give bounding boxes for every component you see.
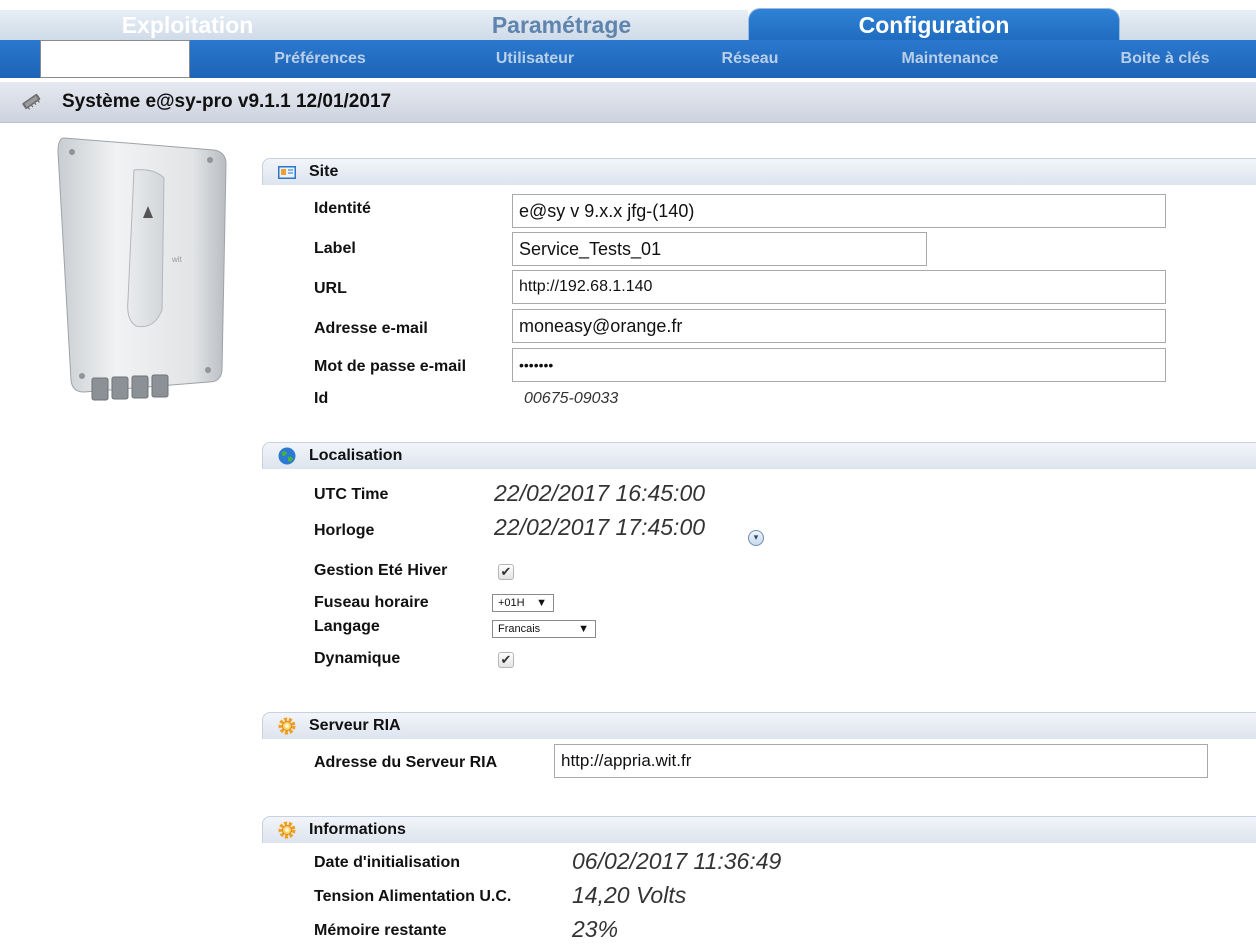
gear-icon <box>278 821 296 839</box>
section-title-site: Site <box>309 163 339 180</box>
horloge-label: Horloge <box>314 522 375 539</box>
device-logo: wit <box>171 255 183 264</box>
fuseau-horaire-value: +01H <box>498 597 525 609</box>
tab-exploitation[interactable]: Exploitation <box>0 10 375 40</box>
section-header-serveur-ria: Serveur RIA <box>262 712 1256 739</box>
subnav-boite-a-cles[interactable]: Boite à clés <box>1090 40 1240 78</box>
memoire-restante-value: 23% <box>572 916 619 942</box>
url-input[interactable] <box>512 270 1166 304</box>
label-label: Label <box>314 240 356 257</box>
id-label: Id <box>314 390 329 407</box>
section-site: Site Identité Label URL Adresse e-mail M… <box>262 158 1256 418</box>
adresse-serveur-ria-label: Adresse du Serveur RIA <box>314 754 498 771</box>
tab-parametrage[interactable]: Paramétrage <box>375 10 748 40</box>
section-localisation: Localisation UTC Time 22/02/2017 16:45:0… <box>262 442 1256 682</box>
horloge-value: 22/02/2017 17:45:00 <box>494 514 706 540</box>
gestion-ete-hiver-label: Gestion Eté Hiver <box>314 562 448 579</box>
identite-label: Identité <box>314 200 371 217</box>
tension-alimentation-value: 14,20 Volts <box>572 882 687 908</box>
tension-alimentation-label: Tension Alimentation U.C. <box>314 888 512 905</box>
dynamique-label: Dynamique <box>314 650 401 667</box>
page-title: Système e@sy-pro v9.1.1 12/01/2017 <box>62 91 392 112</box>
section-title-informations: Informations <box>309 821 406 838</box>
gear-icon <box>278 717 296 735</box>
subnav-maintenance[interactable]: Maintenance <box>870 40 1030 78</box>
section-serveur-ria: Serveur RIA Adresse du Serveur RIA <box>262 712 1256 792</box>
device-image: wit <box>57 137 227 401</box>
fuseau-horaire-select[interactable]: +01H ▼ <box>492 594 554 612</box>
top-tab-bar: Exploitation Paramétrage Configuration <box>0 0 1256 41</box>
password-input[interactable]: ••••••• <box>512 348 1166 382</box>
subnav-preferences[interactable]: Préférences <box>240 40 400 78</box>
tab-bar-filler <box>1120 10 1256 40</box>
identite-input[interactable] <box>512 194 1166 228</box>
subnav-systeme[interactable]: Système <box>40 40 190 78</box>
clock-set-button[interactable]: ▾ <box>748 530 764 546</box>
label-input[interactable] <box>512 232 927 266</box>
section-header-localisation: Localisation <box>262 442 1256 469</box>
password-label: Mot de passe e-mail <box>314 358 467 375</box>
date-initialisation-value: 06/02/2017 11:36:49 <box>572 848 782 874</box>
chevron-down-icon: ▼ <box>536 597 547 609</box>
langage-value: Francais <box>498 623 541 635</box>
section-header-informations: Informations <box>262 816 1256 843</box>
memory-chip-icon <box>22 93 41 110</box>
tab-configuration[interactable]: Configuration <box>748 8 1120 41</box>
utc-time-value: 22/02/2017 16:45:00 <box>494 480 706 506</box>
id-card-icon <box>278 166 296 179</box>
page-title-bar: Système e@sy-pro v9.1.1 12/01/2017 <box>0 82 1256 123</box>
email-label: Adresse e-mail <box>314 320 428 337</box>
section-title-serveur-ria: Serveur RIA <box>309 717 401 734</box>
subnav-reseau[interactable]: Réseau <box>690 40 810 78</box>
section-informations: Informations Date d'initialisation 06/02… <box>262 816 1256 944</box>
section-header-site: Site <box>262 158 1256 185</box>
langage-select[interactable]: Francais ▼ <box>492 620 596 638</box>
utc-time-label: UTC Time <box>314 486 389 503</box>
dynamique-checkbox[interactable]: ✔ <box>498 652 514 668</box>
section-title-localisation: Localisation <box>309 447 403 464</box>
memoire-restante-label: Mémoire restante <box>314 922 447 939</box>
url-label: URL <box>314 280 347 297</box>
email-input[interactable] <box>512 309 1166 343</box>
langage-label: Langage <box>314 618 380 635</box>
fuseau-horaire-label: Fuseau horaire <box>314 594 429 611</box>
adresse-serveur-ria-input[interactable] <box>554 744 1208 778</box>
date-initialisation-label: Date d'initialisation <box>314 854 461 871</box>
globe-icon <box>278 447 296 465</box>
chevron-down-icon: ▼ <box>578 623 589 635</box>
subnav-utilisateur[interactable]: Utilisateur <box>460 40 610 78</box>
sub-navigation: Système Préférences Utilisateur Réseau M… <box>0 40 1256 78</box>
id-value: 00675-09033 <box>524 390 619 407</box>
gestion-ete-hiver-checkbox[interactable]: ✔ <box>498 564 514 580</box>
